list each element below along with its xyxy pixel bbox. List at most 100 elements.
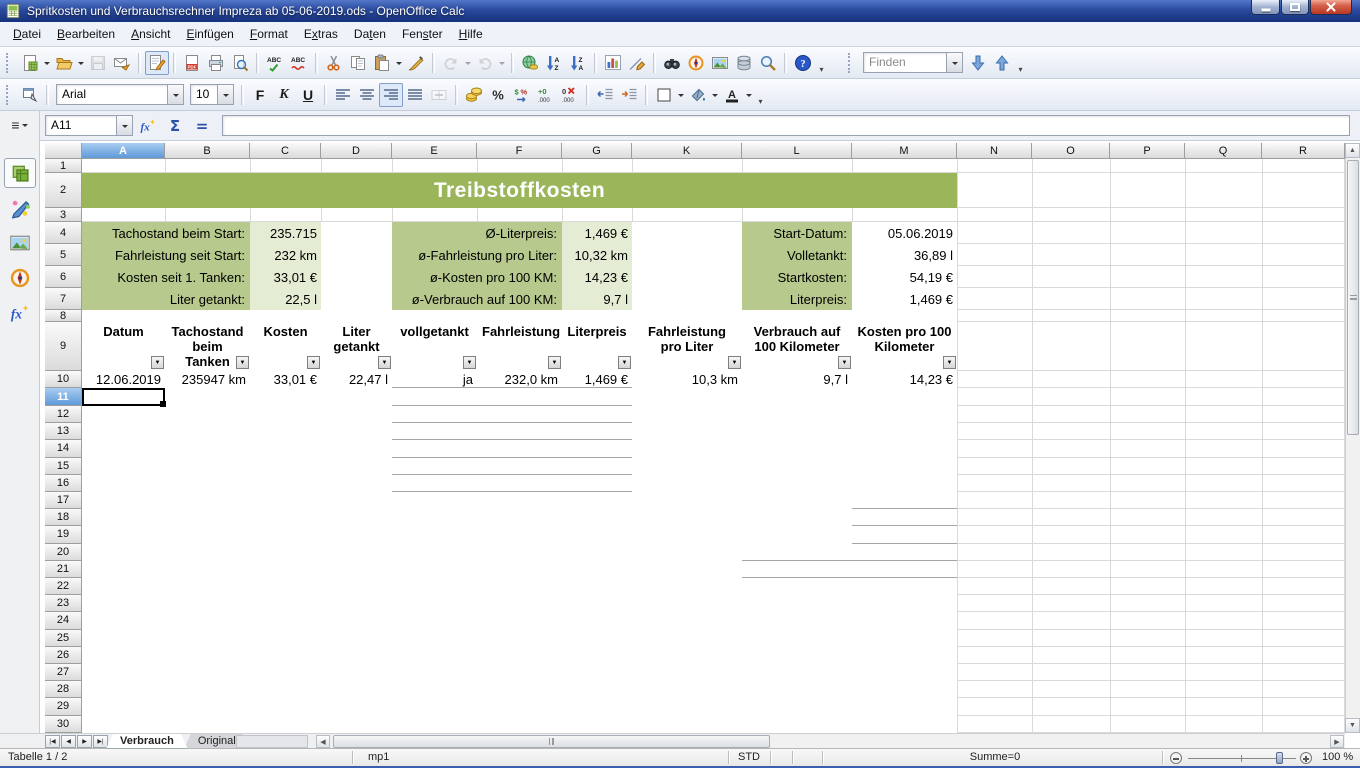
maximize-button[interactable] [1281,0,1309,15]
summary-value[interactable]: 9,7 l [562,288,632,310]
find-icon[interactable] [660,51,684,75]
standard-toolbar-grip-handle[interactable] [6,53,13,73]
row-header-13[interactable]: 13 [45,423,82,440]
log-column-header[interactable]: Tachostand beim Tanken▼ [165,322,250,371]
row-header-3[interactable]: 3 [45,208,82,222]
row-header-22[interactable]: 22 [45,578,82,595]
pdf-icon[interactable] [180,51,204,75]
menu-item-format[interactable]: Format [242,23,296,45]
column-header-B[interactable]: B [165,143,250,159]
sheet-nav-next-icon[interactable]: ▶ [77,735,92,748]
standard-toolbar-more-options-icon[interactable]: ▾ [815,50,828,76]
cut-icon[interactable] [322,51,346,75]
row-header-10[interactable]: 10 [45,371,82,388]
autofilter-button[interactable]: ▼ [838,356,851,369]
findnext-icon[interactable] [966,51,990,75]
title-banner-cell[interactable]: Treibstoffkosten [82,173,957,208]
minimize-button[interactable] [1251,0,1280,15]
sidebar-deck-functions-icon[interactable] [4,298,36,328]
undo-icon[interactable] [439,51,463,75]
menu-item-bearbeiten[interactable]: Bearbeiten [49,23,123,45]
autofilter-button[interactable]: ▼ [307,356,320,369]
sheet-nav-previous-icon[interactable]: ◀ [61,735,76,748]
summary-value[interactable]: 14,23 € [562,266,632,288]
autofilter-button[interactable]: ▼ [943,356,956,369]
formatting-toolbar-grip-handle[interactable] [6,85,13,105]
font-name-combobox[interactable]: Arial [56,84,184,105]
open-icon[interactable] [52,51,76,75]
new-icon[interactable] [18,51,42,75]
fontcolor-dropdown[interactable] [744,83,754,107]
row-header-30[interactable]: 30 [45,716,82,733]
italic-button[interactable]: K [272,83,296,107]
al-r-icon[interactable] [379,83,403,107]
log-column-header[interactable]: Fahrleistung pro Liter▼ [632,322,742,371]
fontsize-dropdown-button[interactable] [217,85,233,104]
summary-value[interactable]: 54,19 € [852,266,957,288]
deldec-icon[interactable] [558,83,582,107]
underline-button[interactable]: U [296,83,320,107]
summary-value[interactable]: 1,469 € [852,288,957,310]
summary-label[interactable]: Start-Datum: [742,222,852,244]
stdfmt-icon[interactable] [510,83,534,107]
log-column-header[interactable]: Datum▼ [82,322,165,371]
log-cell[interactable]: ja [392,371,477,388]
fontname-dropdown-button[interactable] [167,85,183,104]
summary-label[interactable]: Liter getankt: [82,288,250,310]
al-c-icon[interactable] [355,83,379,107]
sidebar-deck-styles-icon[interactable] [4,193,36,223]
title-bar[interactable]: Spritkosten und Verbrauchsrechner Imprez… [0,0,1360,22]
summary-label[interactable]: Volletankt: [742,244,852,266]
brush-icon[interactable] [404,51,428,75]
log-column-header[interactable]: Kosten pro 100 Kilometer▼ [852,322,957,371]
row-header-12[interactable]: 12 [45,406,82,423]
autofilter-button[interactable]: ▼ [728,356,741,369]
column-header-P[interactable]: P [1110,143,1185,159]
undo-dropdown[interactable] [463,51,473,75]
column-header-F[interactable]: F [477,143,562,159]
autofilter-button[interactable]: ▼ [463,356,476,369]
paste-icon[interactable] [370,51,394,75]
autospell-icon[interactable] [287,51,311,75]
indinc-icon[interactable] [617,83,641,107]
log-column-header[interactable]: Kosten▼ [250,322,321,371]
autofilter-button[interactable]: ▼ [618,356,631,369]
log-column-header[interactable]: Literpreis▼ [562,322,632,371]
summary-value[interactable]: 235.715 [250,222,321,244]
row-header-7[interactable]: 7 [45,288,82,310]
log-cell[interactable]: 9,7 l [742,371,852,388]
find-combobox[interactable]: Finden [863,52,963,73]
zoom-level[interactable]: 100 % [1322,751,1353,763]
fill-handle[interactable] [160,401,166,407]
spell-icon[interactable] [263,51,287,75]
edit-icon[interactable] [145,51,169,75]
log-cell[interactable]: 33,01 € [250,371,321,388]
log-cell[interactable]: 235947 km [165,371,250,388]
currency-icon[interactable] [462,83,486,107]
row-header-1[interactable]: 1 [45,159,82,173]
summary-value[interactable]: 36,89 l [852,244,957,266]
percent-icon[interactable] [486,83,510,107]
inddec-icon[interactable] [593,83,617,107]
row-header-25[interactable]: 25 [45,630,82,647]
print-icon[interactable] [204,51,228,75]
border-dropdown[interactable] [676,83,686,107]
summary-label[interactable]: Ø-Literpreis: [392,222,562,244]
sheet-nav-first-icon[interactable]: |◀ [45,735,60,748]
menu-item-datei[interactable]: Datei [5,23,49,45]
paste-dropdown[interactable] [394,51,404,75]
menu-item-extras[interactable]: Extras [296,23,346,45]
save-icon[interactable] [86,51,110,75]
autofilter-button[interactable]: ▼ [151,356,164,369]
log-column-header[interactable]: Liter getankt▼ [321,322,392,371]
summary-label[interactable]: ø-Fahrleistung pro Liter: [392,244,562,266]
summary-value[interactable]: 22,5 l [250,288,321,310]
border-icon[interactable] [652,83,676,107]
row-header-16[interactable]: 16 [45,475,82,492]
bgcolor-dropdown[interactable] [710,83,720,107]
sidebar-deck-navigator-icon[interactable] [4,263,36,293]
row-header-21[interactable]: 21 [45,561,82,578]
summary-label[interactable]: Startkosten: [742,266,852,288]
fontcolor-icon[interactable] [720,83,744,107]
cell-reference-box[interactable]: A11 [45,115,133,136]
